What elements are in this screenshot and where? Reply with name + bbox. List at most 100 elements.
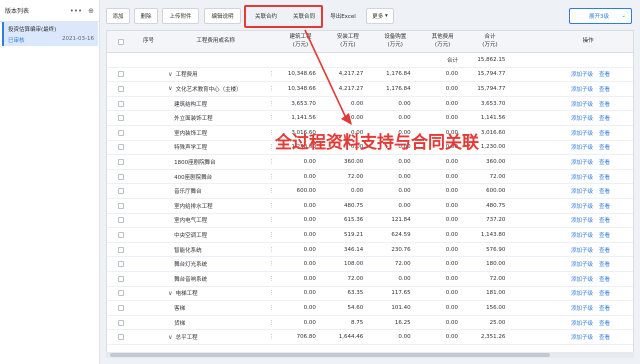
row-menu-icon[interactable]: ⋮ (269, 257, 277, 271)
add-child-link[interactable]: 添加子级 (571, 187, 593, 195)
row-checkbox[interactable] (117, 304, 124, 311)
add-child-link[interactable]: 添加子级 (571, 85, 593, 93)
add-child-link[interactable]: 添加子级 (571, 114, 593, 122)
view-link[interactable]: 查看 (599, 202, 610, 210)
row-checkbox[interactable] (117, 115, 124, 122)
view-link[interactable]: 查看 (599, 158, 610, 166)
view-link[interactable]: 查看 (599, 85, 610, 93)
table-row[interactable]: 外立面装饰工程 ⋮ 1,141.56 0.00 0.00 0.00 1,141.56 添加子级… (107, 111, 633, 126)
row-checkbox[interactable] (117, 202, 124, 209)
row-checkbox[interactable] (117, 319, 124, 326)
view-link[interactable]: 查看 (599, 70, 610, 78)
add-child-link[interactable]: 添加子级 (571, 260, 593, 268)
add-button[interactable]: 添加 (106, 8, 130, 24)
row-checkbox[interactable] (117, 334, 124, 341)
table-row[interactable]: ∨ 工程费用 ⋮ 10,348.66 4,217.27 1,176.84 0.00 15,79… (107, 67, 633, 83)
table-row[interactable]: 400座剧院舞台 ⋮ 0.00 72.00 0.00 0.00 72.00 添加子级 查看 (107, 169, 633, 185)
expand-caret-icon[interactable]: ∨ (168, 290, 172, 297)
view-link[interactable]: 查看 (599, 319, 610, 327)
row-menu-icon[interactable]: ⋮ (269, 97, 277, 111)
row-checkbox[interactable] (117, 246, 124, 253)
more-button[interactable]: 更多 ▾ (366, 8, 394, 24)
row-menu-icon[interactable]: ⋮ (269, 184, 277, 198)
add-child-link[interactable]: 添加子级 (571, 216, 593, 224)
row-checkbox[interactable] (117, 188, 124, 195)
view-link[interactable]: 查看 (599, 304, 610, 312)
table-row[interactable]: 舞台灯光系统 ⋮ 0.00 108.00 72.00 0.00 180.00 添加子级 查看 (107, 257, 633, 272)
add-child-link[interactable]: 添加子级 (571, 202, 593, 210)
add-child-link[interactable]: 添加子级 (571, 129, 593, 137)
row-menu-icon[interactable]: ⋮ (269, 243, 277, 257)
version-item[interactable]: 投资估算编审(最终) 已审核 2021-03-16 (2, 22, 98, 46)
view-link[interactable]: 查看 (599, 246, 610, 254)
row-checkbox[interactable] (117, 275, 124, 282)
table-row[interactable]: 货梯 ⋮ 0.00 8.75 16.25 0.00 25.00 添加子级 查看 (107, 315, 633, 331)
expand-level-select[interactable]: 展开3级 ⌄ (569, 8, 632, 24)
expand-caret-icon[interactable]: ∨ (168, 85, 172, 92)
add-child-link[interactable]: 添加子级 (571, 304, 593, 312)
row-checkbox[interactable] (117, 217, 124, 224)
row-menu-icon[interactable]: ⋮ (269, 111, 277, 125)
table-row[interactable]: 建筑结构工程 ⋮ 3,653.70 0.00 0.00 0.00 3,653.70 添加子级查… (107, 96, 633, 112)
horizontal-scrollbar[interactable] (106, 352, 634, 358)
table-row[interactable]: 1800座剧院舞台 ⋮ 0.00 360.00 0.00 0.00 360.00 添加子级 查看 (107, 155, 633, 170)
add-child-link[interactable]: 添加子级 (571, 143, 593, 151)
add-child-link[interactable]: 添加子级 (571, 173, 593, 181)
table-row[interactable]: 室内电气工程 ⋮ 0.00 615.36 121.84 0.00 737.20 添加子级 查看 (107, 213, 633, 229)
export-excel-button[interactable]: 导出Excel (325, 8, 361, 24)
delete-button[interactable]: 删除 (134, 8, 158, 24)
row-menu-icon[interactable]: ⋮ (269, 155, 277, 169)
scrollbar-thumb[interactable] (110, 353, 550, 357)
table-row[interactable]: ∨ 文化艺术教育中心（主楼） ⋮ 10,348.66 4,217.27 1,176.84 0… (107, 82, 633, 97)
header-checkbox[interactable] (117, 38, 124, 45)
add-child-link[interactable]: 添加子级 (571, 275, 593, 283)
add-child-link[interactable]: 添加子级 (571, 158, 593, 166)
view-link[interactable]: 查看 (599, 187, 610, 195)
row-menu-icon[interactable]: ⋮ (269, 214, 277, 228)
table-row[interactable]: 音乐厅舞台 ⋮ 600.00 0.00 0.00 0.00 600.00 添加子级 查看 (107, 184, 633, 199)
view-link[interactable]: 查看 (599, 143, 610, 151)
expand-caret-icon[interactable]: ∨ (168, 334, 172, 341)
row-checkbox[interactable] (117, 100, 124, 107)
row-checkbox[interactable] (117, 290, 124, 297)
add-child-link[interactable]: 添加子级 (571, 70, 593, 78)
more-icon[interactable]: ••• (70, 7, 82, 15)
expand-caret-icon[interactable]: ∨ (168, 71, 172, 78)
table-row[interactable]: ∨ 总平工程 ⋮ 706.80 1,644.46 0.00 0.00 2,351.26 添加子级… (107, 330, 633, 345)
view-link[interactable]: 查看 (599, 173, 610, 181)
row-menu-icon[interactable]: ⋮ (269, 272, 277, 286)
view-link[interactable]: 查看 (599, 100, 610, 108)
view-link[interactable]: 查看 (599, 260, 610, 268)
add-child-link[interactable]: 添加子级 (571, 333, 593, 341)
view-link[interactable]: 查看 (599, 333, 610, 341)
row-menu-icon[interactable]: ⋮ (269, 316, 277, 330)
row-checkbox[interactable] (117, 85, 124, 92)
row-menu-icon[interactable]: ⋮ (269, 68, 277, 82)
view-link[interactable]: 查看 (599, 129, 610, 137)
table-row[interactable]: 客梯 ⋮ 0.00 54.60 101.40 0.00 156.00 添加子级 查看 (107, 301, 633, 316)
row-menu-icon[interactable]: ⋮ (269, 199, 277, 213)
add-child-link[interactable]: 添加子级 (571, 289, 593, 297)
row-menu-icon[interactable]: ⋮ (269, 287, 277, 301)
row-checkbox[interactable] (117, 158, 124, 165)
add-version-icon[interactable]: ⊕ (88, 7, 94, 15)
add-child-link[interactable]: 添加子级 (571, 246, 593, 254)
row-checkbox[interactable] (117, 144, 124, 151)
row-menu-icon[interactable]: ⋮ (269, 82, 277, 96)
row-menu-icon[interactable]: ⋮ (269, 170, 277, 184)
edit-description-button[interactable]: 编辑说明 (204, 8, 241, 24)
table-row[interactable]: 室内给排水工程 ⋮ 0.00 480.75 0.00 0.00 480.75 添加子级 查看 (107, 199, 633, 214)
view-link[interactable]: 查看 (599, 216, 610, 224)
row-checkbox[interactable] (117, 173, 124, 180)
row-menu-icon[interactable]: ⋮ (269, 228, 277, 242)
add-child-link[interactable]: 添加子级 (571, 100, 593, 108)
upload-attachment-button[interactable]: 上传附件 (162, 8, 199, 24)
table-row[interactable]: ∨ 电梯工程 ⋮ 0.00 63.35 117.65 0.00 181.00 添加子级 查看 (107, 286, 633, 302)
table-row[interactable]: 舞台音响系统 ⋮ 0.00 72.00 0.00 0.00 72.00 添加子级 查看 (107, 272, 633, 287)
row-menu-icon[interactable]: ⋮ (269, 301, 277, 315)
view-link[interactable]: 查看 (599, 114, 610, 122)
add-child-link[interactable]: 添加子级 (571, 231, 593, 239)
table-row[interactable]: 智能化系统 ⋮ 0.00 346.14 230.76 0.00 576.90 添加子级 查看 (107, 242, 633, 258)
row-checkbox[interactable] (117, 261, 124, 268)
row-menu-icon[interactable]: ⋮ (269, 330, 277, 344)
